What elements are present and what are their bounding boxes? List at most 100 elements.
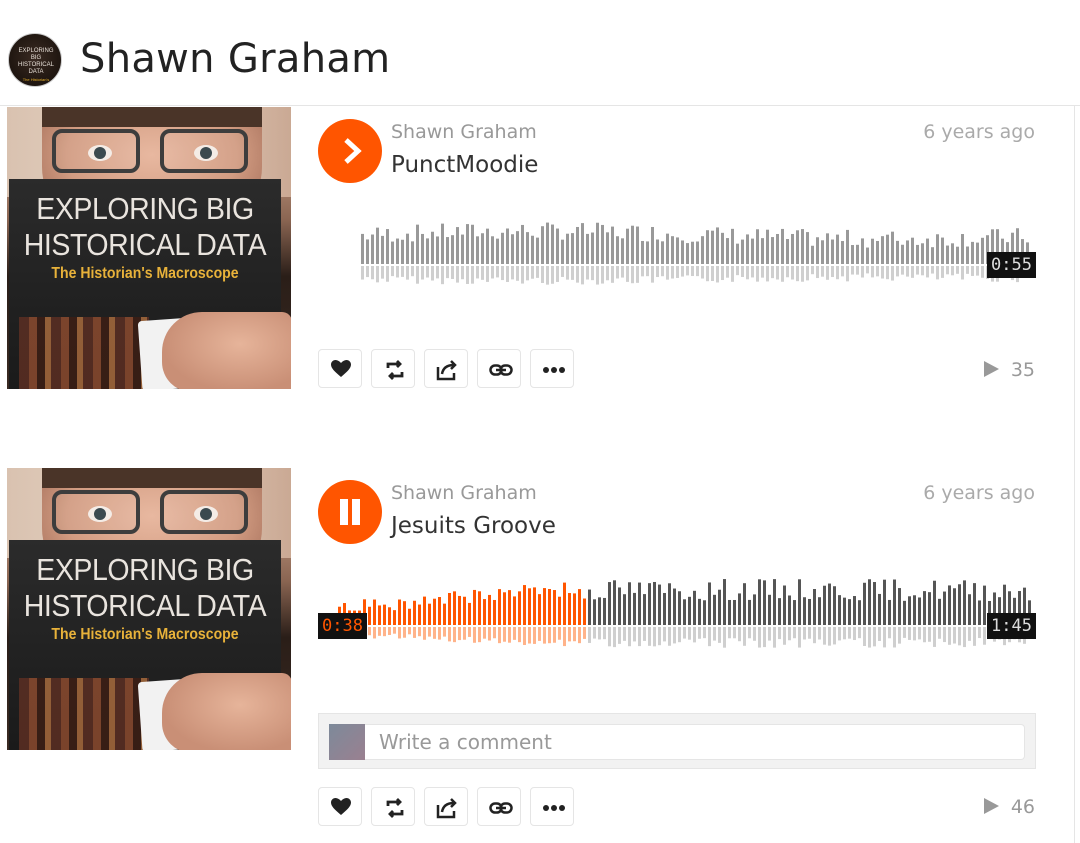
waveform-bar xyxy=(961,234,964,264)
waveform-bar xyxy=(608,582,611,625)
waveform-reflection-bar xyxy=(911,266,914,278)
waveform-reflection-bar xyxy=(686,266,689,276)
waveform-reflection-bar xyxy=(651,266,654,283)
posted-time: 6 years ago xyxy=(923,482,1035,504)
waveform-bar xyxy=(401,239,404,264)
waveform-reflection-bar xyxy=(653,627,656,647)
waveform-bar xyxy=(528,588,531,625)
waveform-bar xyxy=(716,227,719,264)
copy-link-button[interactable] xyxy=(477,349,521,388)
waveform-bar xyxy=(861,238,864,264)
waveform-reflection-bar xyxy=(753,627,756,641)
waveform-bar xyxy=(676,237,679,264)
waveform-bar xyxy=(831,239,834,264)
waveform-bar xyxy=(453,591,456,625)
waveform-reflection-bar xyxy=(681,266,684,277)
waveform-bar xyxy=(966,246,969,264)
waveform-reflection-bar xyxy=(516,266,519,281)
waveform-bar xyxy=(848,599,851,625)
waveform-bar xyxy=(926,238,929,264)
waveform-reflection-bar xyxy=(871,266,874,278)
waveform-reflection-bar xyxy=(636,266,639,283)
waveform-bar xyxy=(486,228,489,264)
track-title[interactable]: Jesuits Groove xyxy=(391,513,556,539)
more-button[interactable] xyxy=(530,787,574,826)
pause-button[interactable] xyxy=(318,480,382,544)
waveform-reflection-bar xyxy=(941,266,944,278)
waveform-reflection-bar xyxy=(608,627,611,647)
comment-input[interactable] xyxy=(365,724,1025,760)
waveform-bar xyxy=(973,583,976,625)
waveform-reflection-bar xyxy=(428,627,431,637)
waveform-reflection-bar xyxy=(448,627,451,642)
waveform-bar xyxy=(741,239,744,264)
play-count: 35 xyxy=(983,359,1035,381)
waveform-bar xyxy=(388,607,391,625)
waveform-reflection-bar xyxy=(596,266,599,285)
waveform-bar xyxy=(398,599,401,625)
waveform-reflection-bar xyxy=(808,627,811,639)
waveform-bar xyxy=(681,240,684,264)
waveform-reflection-bar xyxy=(711,266,714,281)
like-button[interactable] xyxy=(318,349,362,388)
waveform-reflection-bar xyxy=(761,266,764,278)
waveform-bar xyxy=(806,232,809,264)
track-title[interactable]: PunctMoodie xyxy=(391,152,538,178)
waveform-reflection-bar xyxy=(468,627,471,637)
waveform-reflection-bar xyxy=(706,266,709,282)
waveform[interactable]: 0:55 xyxy=(318,202,1036,322)
waveform-bar xyxy=(491,236,494,264)
waveform-bar xyxy=(666,233,669,264)
waveform[interactable]: 0:38 1:45 xyxy=(318,563,1036,683)
play-button[interactable] xyxy=(318,119,382,183)
waveform-reflection-bar xyxy=(683,627,686,639)
waveform-reflection-bar xyxy=(876,266,879,277)
waveform-reflection-bar xyxy=(668,627,671,646)
copy-link-button[interactable] xyxy=(477,787,521,826)
waveform-reflection-bar xyxy=(601,266,604,284)
waveform-bar xyxy=(426,238,429,264)
like-button[interactable] xyxy=(318,787,362,826)
track-artwork[interactable]: EXPLORING BIG HISTORICAL DATA The Histori… xyxy=(7,468,291,750)
waveform-bar xyxy=(371,234,374,264)
waveform-reflection-bar xyxy=(723,627,726,648)
waveform-bar xyxy=(513,596,516,625)
waveform-reflection-bar xyxy=(528,627,531,644)
waveform-reflection-bar xyxy=(931,266,934,274)
waveform-bar xyxy=(711,230,714,264)
waveform-reflection-bar xyxy=(796,266,799,282)
profile-name[interactable]: Shawn Graham xyxy=(80,36,390,82)
waveform-bar xyxy=(558,596,561,625)
waveform-reflection-bar xyxy=(666,266,669,280)
repost-button[interactable] xyxy=(371,787,415,826)
waveform-bar xyxy=(631,225,634,264)
profile-avatar[interactable]: EXPLORING BIG HISTORICAL DATA The Histor… xyxy=(8,33,62,87)
more-button[interactable] xyxy=(530,349,574,388)
repost-button[interactable] xyxy=(371,349,415,388)
waveform-bar xyxy=(761,238,764,264)
waveform-reflection-bar xyxy=(671,266,674,279)
waveform-reflection-bar xyxy=(966,266,969,274)
waveform-bar xyxy=(586,233,589,264)
waveform-bar xyxy=(768,594,771,625)
track-uploader[interactable]: Shawn Graham xyxy=(391,121,537,143)
waveform-reflection-bar xyxy=(628,627,631,647)
track-uploader[interactable]: Shawn Graham xyxy=(391,482,537,504)
waveform-reflection-bar xyxy=(738,627,741,642)
waveform-bar xyxy=(893,579,896,625)
share-button[interactable] xyxy=(424,787,468,826)
waveform-bar xyxy=(953,588,956,625)
waveform-reflection-bar xyxy=(643,627,646,641)
waveform-bar xyxy=(778,598,781,625)
waveform-reflection-bar xyxy=(963,627,966,648)
waveform-bar xyxy=(468,602,471,625)
waveform-reflection-bar xyxy=(783,627,786,645)
track-artwork[interactable]: EXPLORING BIG HISTORICAL DATA The Histori… xyxy=(7,107,291,389)
waveform-reflection-bar xyxy=(373,627,376,639)
waveform-reflection-bar xyxy=(736,266,739,276)
waveform-reflection-bar xyxy=(821,266,824,277)
waveform-bar xyxy=(601,224,604,264)
waveform-reflection-bar xyxy=(613,627,616,648)
share-button[interactable] xyxy=(424,349,468,388)
waveform-bar xyxy=(411,241,414,264)
